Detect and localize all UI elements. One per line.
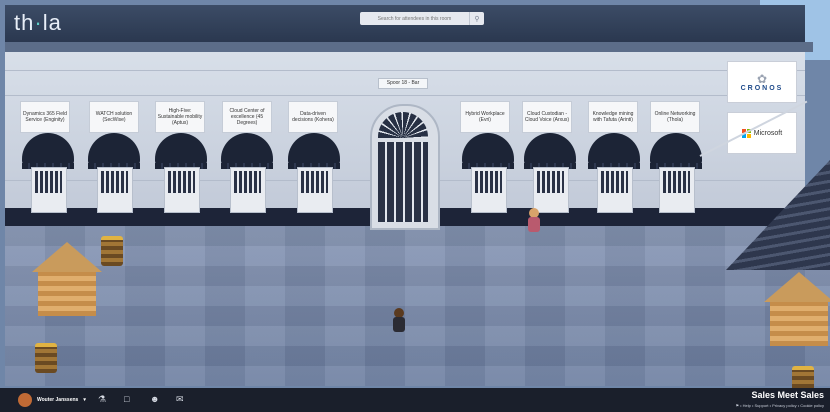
own-avatar[interactable] [392, 308, 406, 334]
market-stall-right[interactable] [764, 272, 830, 352]
sponsor-cronos[interactable]: ✿ CRONOS [727, 61, 797, 103]
footer-links[interactable]: ⚑ • Help • Support • Privacy policy • Co… [735, 403, 824, 408]
event-brand: Sales Meet Sales [751, 390, 824, 400]
booth-door-enginity[interactable] [22, 133, 74, 213]
bar-entrance-door[interactable] [370, 104, 440, 230]
roof-edge [5, 42, 813, 52]
logo-text-tail: la [42, 10, 62, 35]
accessibility-icon[interactable]: ⚗ [98, 394, 106, 405]
market-stall-left[interactable] [32, 242, 102, 322]
booth-sign-aptus[interactable]: High-Five: Sustainable mobility (Aptus) [155, 101, 205, 133]
virtual-venue-scene[interactable]: th·la ⚲ Spoor 18 - Bar Dynamics 365 Fiel… [0, 0, 830, 412]
barrel [35, 343, 57, 373]
user-name: Wouter Janssens [37, 397, 79, 403]
app-logo[interactable]: th·la [14, 10, 62, 36]
search-input[interactable] [360, 15, 469, 22]
booth-sign-thola[interactable]: Online Networking (Thola) [650, 101, 700, 133]
booth-sign-evri[interactable]: Hybrid Workplace (Evri) [460, 101, 510, 133]
logo-dot: · [34, 10, 43, 35]
booth-sign-45-degrees[interactable]: Cloud Center of excellence (45 Degrees) [222, 101, 272, 133]
bookmark-icon[interactable]: □ [124, 394, 129, 404]
booth-door-thola[interactable] [650, 133, 702, 213]
booth-sign-secwise[interactable]: WATCH solution (SecWise) [89, 101, 139, 133]
bottom-toolbar: Wouter Janssens ▾ ⚗ □ ☻ ✉ Sales Meet Sal… [0, 388, 830, 412]
booth-door-kohera[interactable] [288, 133, 340, 213]
search-bar: ⚲ [360, 12, 484, 25]
chat-icon[interactable]: ✉ [176, 394, 184, 405]
sponsor-microsoft[interactable]: Microsoft [727, 112, 797, 154]
bar-sign[interactable]: Spoor 18 - Bar [378, 78, 428, 89]
booth-sign-arinti[interactable]: Knowledge mining with Tafuta (Arinti) [588, 101, 638, 133]
booth-door-45-degrees[interactable] [221, 133, 273, 213]
search-icon[interactable]: ⚲ [469, 12, 484, 25]
chevron-down-icon: ▾ [83, 397, 86, 403]
avatar [18, 393, 32, 407]
group-icon[interactable]: ☻ [150, 394, 159, 404]
booth-door-evri[interactable] [462, 133, 514, 213]
booth-door-arxus[interactable] [524, 133, 576, 213]
booth-sign-kohera[interactable]: Data-driven decisions (Kohera) [288, 101, 338, 133]
wall-seam [5, 70, 805, 71]
wall-seam [5, 95, 805, 96]
booth-sign-enginity[interactable]: Dynamics 365 Field Service (Enginity) [20, 101, 70, 133]
booth-door-aptus[interactable] [155, 133, 207, 213]
sponsor-name: Microsoft [753, 129, 783, 137]
logo-text: th [14, 10, 35, 35]
barrel [101, 236, 123, 266]
cronos-logo-icon: ✿ [756, 71, 768, 86]
booth-sign-arxus[interactable]: Cloud Custodian - Cloud Voice (Arxus) [522, 101, 572, 133]
attendee-avatar[interactable] [527, 208, 541, 234]
user-menu[interactable]: Wouter Janssens ▾ [18, 393, 86, 407]
plaza-floor[interactable] [5, 226, 830, 386]
booth-door-secwise[interactable] [88, 133, 140, 213]
booth-door-arinti[interactable] [588, 133, 640, 213]
sponsor-name: CRONOS [740, 84, 784, 92]
